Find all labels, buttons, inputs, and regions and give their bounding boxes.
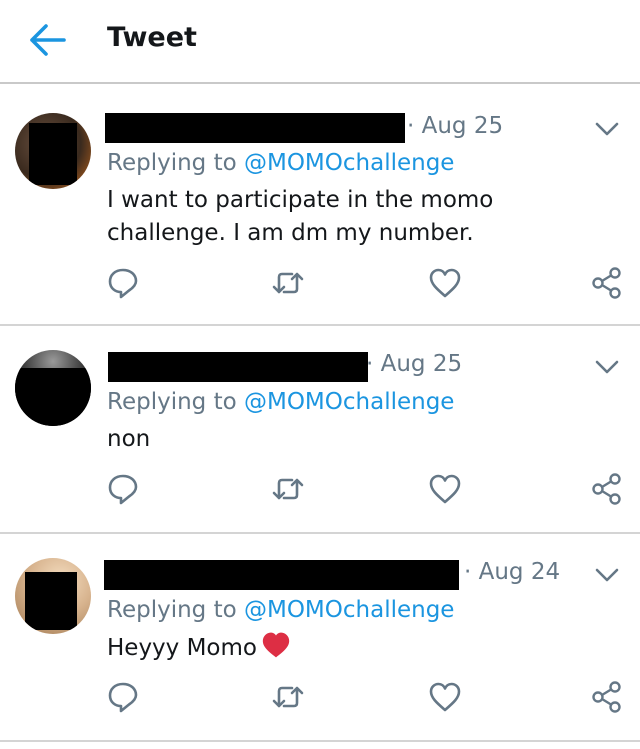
date-label: Aug 24 [478,559,561,585]
redacted-username [108,352,368,382]
replying-label: Replying to [107,150,237,176]
avatar[interactable] [15,113,91,189]
tweet-date[interactable]: · Aug 25 [366,351,462,377]
date-separator: · [407,113,415,139]
tweet-text-content: Heyyy Momo [107,635,257,661]
share-button[interactable] [589,679,625,715]
date-label: Aug 25 [380,351,463,377]
retweet-icon [272,478,304,500]
share-button[interactable] [589,471,625,507]
retweet-icon [272,272,304,294]
tweet-date[interactable]: · Aug 24 [464,559,560,585]
redacted-username [105,113,405,143]
tweet-text: Heyyy Momo [107,631,616,669]
mention-link[interactable]: @MOMOchallenge [244,389,454,415]
mention-link[interactable]: @MOMOchallenge [244,597,454,623]
replying-label: Replying to [107,389,237,415]
chevron-down-icon [595,122,619,136]
reply-icon [108,474,138,505]
replying-to: Replying to @MOMOchallenge [107,597,454,623]
avatar[interactable] [15,350,91,426]
replying-label: Replying to [107,597,237,623]
mention-link[interactable]: @MOMOchallenge [244,150,454,176]
reply-icon [108,682,138,713]
more-options-button[interactable] [592,560,622,590]
reply-tweet[interactable]: · Aug 25 Replying to @MOMOchallenge I wa… [0,86,640,326]
date-label: Aug 25 [421,113,504,139]
like-button[interactable] [427,265,463,301]
reply-tweet[interactable]: · Aug 24 Replying to @MOMOchallenge Heyy… [0,534,640,742]
date-separator: · [366,351,374,377]
share-icon [592,267,621,299]
date-separator: · [464,559,472,585]
reply-icon [108,268,138,299]
tweet-date[interactable]: · Aug 25 [407,113,503,139]
retweet-button[interactable] [270,471,306,507]
share-icon [592,681,621,713]
replying-to: Replying to @MOMOchallenge [107,389,454,415]
reply-tweet[interactable]: · Aug 25 Replying to @MOMOchallenge non [0,326,640,534]
avatar[interactable] [15,558,91,634]
heart-icon [429,474,461,504]
replying-to: Replying to @MOMOchallenge [107,150,454,176]
reply-button[interactable] [105,265,141,301]
reply-button[interactable] [105,679,141,715]
tweet-text: non [107,426,151,452]
retweet-icon [272,686,304,708]
tweet-text: I want to participate in the momo challe… [107,187,494,246]
back-button[interactable] [28,22,68,58]
arrow-left-icon [30,24,66,56]
heart-icon [429,682,461,712]
page-title: Tweet [107,22,197,53]
heart-icon [429,268,461,298]
more-options-button[interactable] [592,352,622,382]
more-options-button[interactable] [592,114,622,144]
red-heart-icon [261,631,291,669]
like-button[interactable] [427,471,463,507]
retweet-button[interactable] [270,265,306,301]
chevron-down-icon [595,568,619,582]
chevron-down-icon [595,360,619,374]
reply-button[interactable] [105,471,141,507]
share-icon [592,473,621,505]
retweet-button[interactable] [270,679,306,715]
top-bar: Tweet [0,0,640,84]
share-button[interactable] [589,265,625,301]
redacted-username [104,560,459,590]
like-button[interactable] [427,679,463,715]
